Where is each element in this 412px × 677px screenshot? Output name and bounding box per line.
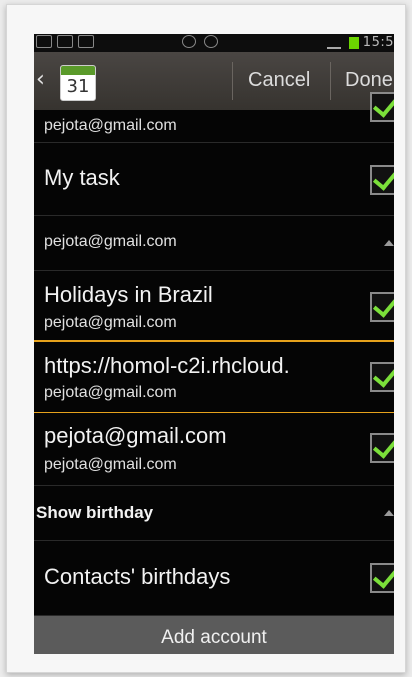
account-email: pejota@gmail.com	[44, 233, 177, 250]
calendar-name: My task	[44, 165, 120, 190]
account-group-header[interactable]: pejota@gmail.com	[34, 216, 394, 271]
calendar-app-icon: 31	[60, 65, 96, 101]
signal-icon	[326, 37, 341, 49]
add-account-button[interactable]: Add account	[34, 616, 394, 654]
list-item-my-task[interactable]: My task	[34, 143, 394, 216]
calendar-icon-day: 31	[66, 76, 90, 97]
sync-checkbox[interactable]	[370, 433, 394, 463]
status-right: 15:5	[323, 35, 394, 50]
show-birthday-header[interactable]: Show birthday	[34, 486, 394, 541]
calendar-account: pejota@gmail.com	[44, 314, 177, 331]
calendar-name: pejota@gmail.com	[44, 423, 227, 448]
list-item-holidays[interactable]: Holidays in Brazil pejota@gmail.com	[34, 271, 394, 342]
calendar-name: Contacts' birthdays	[44, 564, 231, 589]
status-time: 15:5	[362, 35, 394, 50]
status-bar: 15:5	[34, 34, 394, 52]
sync-checkbox[interactable]	[370, 165, 394, 195]
cancel-button[interactable]: Cancel	[248, 69, 310, 92]
list-item-partial[interactable]: pejota@gmail.com	[34, 92, 394, 143]
back-arrow-icon[interactable]: ‹	[36, 69, 50, 91]
sync-checkbox[interactable]	[370, 362, 394, 392]
section-title: Show birthday	[36, 503, 154, 522]
action-divider	[330, 62, 331, 100]
list-item-contacts-birthdays[interactable]: Contacts' birthdays	[34, 541, 394, 616]
list-item-pejota[interactable]: pejota@gmail.com pejota@gmail.com	[34, 413, 394, 486]
notification-icons	[36, 35, 106, 49]
phone-screen: 15:5 ‹ 31 Cancel Done pejota@gmail.com M…	[34, 34, 394, 654]
sync-checkbox[interactable]	[370, 92, 394, 122]
chevron-up-icon	[384, 510, 394, 516]
action-bar: ‹ 31 Cancel Done	[34, 52, 394, 111]
action-divider	[232, 62, 233, 100]
done-button[interactable]: Done	[345, 69, 393, 92]
calendar-name: https://homol-c2i.rhcloud.	[44, 353, 290, 378]
system-icons	[182, 35, 226, 51]
chevron-up-icon	[384, 240, 394, 246]
list-item-homol[interactable]: https://homol-c2i.rhcloud. pejota@gmail.…	[34, 340, 394, 414]
calendar-account: pejota@gmail.com	[44, 384, 177, 401]
calendar-name: Holidays in Brazil	[44, 282, 213, 307]
sync-checkbox[interactable]	[370, 292, 394, 322]
account-email: pejota@gmail.com	[44, 117, 177, 134]
calendar-account: pejota@gmail.com	[44, 456, 177, 473]
battery-icon	[348, 36, 359, 49]
sync-checkbox[interactable]	[370, 563, 394, 593]
